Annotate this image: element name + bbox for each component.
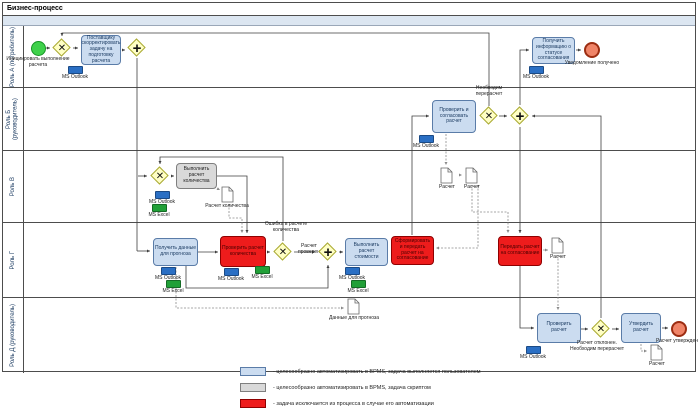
- gateway-and-a: +: [127, 38, 147, 58]
- task-form-send: Сформировать и передать расчет на соглас…: [391, 236, 434, 265]
- legend-label: - задача исключается из процесса в случа…: [273, 401, 434, 407]
- app-ms-outlook: MS Outlook: [517, 66, 555, 80]
- task-check-quantity: Проверить расчет количества: [220, 236, 266, 267]
- document-label: Расчет: [643, 362, 671, 368]
- legend-swatch-user-task: [240, 367, 266, 376]
- legend: - целесообразно автоматизировать в BPMS,…: [240, 367, 481, 415]
- document-label: Расчет: [433, 185, 461, 191]
- bpmn-diagram: Бизнес-процесс Роль А (потребитель) Роль…: [0, 0, 700, 416]
- and-icon: +: [510, 106, 530, 126]
- app-ms-excel: MS Excel: [140, 204, 178, 218]
- document-label: Расчет количества: [203, 204, 251, 210]
- legend-row-script: - целесообразно автоматизировать в BPMS,…: [240, 383, 481, 392]
- lane-role-b: Роль Б (руководитель): [3, 88, 695, 151]
- app-label: MS Excel: [140, 212, 178, 218]
- document-icon: [650, 344, 663, 361]
- legend-row-user: - целесообразно автоматизировать в BPMS,…: [240, 367, 481, 376]
- ms-outlook-icon: [68, 66, 83, 74]
- app-label: MS Outlook: [514, 354, 552, 360]
- annotation-calc-error: Ошибка в расчете количества: [261, 222, 311, 234]
- ms-outlook-icon: [526, 346, 541, 354]
- ms-excel-icon: [351, 280, 366, 288]
- legend-label: - целесообразно автоматизировать в BPMS,…: [273, 385, 431, 391]
- start-event: [31, 41, 46, 56]
- lane-label-role-b: Роль Б (руководитель): [3, 88, 24, 150]
- end-event-label: Уведомление получено: [560, 61, 624, 67]
- legend-row-excluded: - задача исключается из процесса в случа…: [240, 399, 481, 408]
- document-icon: [551, 237, 564, 254]
- task-check-calc: Проверить расчет: [537, 313, 581, 343]
- annotation-rejected: Расчет отклонен. Необходим перерасчет: [568, 341, 626, 353]
- xor-icon: ✕: [150, 166, 170, 186]
- document-icon: [221, 186, 234, 203]
- ms-outlook-icon: [419, 135, 434, 143]
- end-event-approved: [671, 321, 687, 337]
- ms-outlook-icon: [529, 66, 544, 74]
- app-label: MS Excel: [243, 274, 281, 280]
- document-label: Расчет: [544, 255, 572, 261]
- lane-label-role-v: Роль В: [3, 151, 24, 222]
- gateway-xor-a: ✕: [52, 38, 72, 58]
- task-send-approval: Передать расчет на согласование: [498, 236, 542, 266]
- legend-swatch-script-task: [240, 383, 266, 392]
- gateway-and-g: +: [318, 242, 338, 262]
- ms-outlook-icon: [345, 267, 360, 275]
- lane-label-role-d: Роль Д (руководитель): [3, 298, 24, 373]
- gateway-xor-g: ✕: [273, 242, 293, 262]
- gateway-and-b: +: [510, 106, 530, 126]
- document-icon: [347, 298, 360, 315]
- app-ms-outlook: MS Outlook: [149, 267, 187, 281]
- gateway-xor-v: ✕: [150, 166, 170, 186]
- app-ms-outlook: MS Outlook: [333, 267, 371, 281]
- xor-icon: ✕: [591, 319, 611, 339]
- ms-outlook-icon: [224, 268, 239, 276]
- task-get-forecast-data: Получить данные для прогноза: [153, 238, 198, 266]
- ms-excel-icon: [255, 266, 270, 274]
- gateway-xor-b: ✕: [479, 106, 499, 126]
- ms-outlook-icon: [155, 191, 170, 199]
- legend-swatch-excluded-task: [240, 399, 266, 408]
- and-icon: +: [318, 242, 338, 262]
- ms-excel-icon: [152, 204, 167, 212]
- task-check-agree: Проверить и согласовать расчет: [432, 100, 476, 133]
- gateway-xor-d: ✕: [591, 319, 611, 339]
- document-icon: [465, 167, 478, 184]
- and-icon: +: [127, 38, 147, 58]
- annotation-need-recalc: Необходим перерасчет: [466, 86, 512, 98]
- pool-header-band: [3, 16, 695, 26]
- document-label: Расчет: [458, 185, 486, 191]
- app-ms-outlook: MS Outlook: [56, 66, 94, 80]
- end-event-notified: [584, 42, 600, 58]
- app-label: MS Excel: [154, 288, 192, 294]
- app-label: MS Outlook: [517, 74, 555, 80]
- app-ms-excel: MS Excel: [154, 280, 192, 294]
- legend-label: - целесообразно автоматизировать в BPMS,…: [273, 369, 481, 375]
- app-ms-outlook: MS Outlook: [514, 346, 552, 360]
- ms-outlook-icon: [161, 267, 176, 275]
- lane-label-role-g: Роль Г: [3, 223, 24, 297]
- task-calc-cost: Выполнить расчет стоимости: [345, 238, 388, 266]
- document-label: Данные для прогноза: [315, 316, 393, 322]
- pool-title: Бизнес-процесс: [3, 3, 695, 16]
- ms-excel-icon: [166, 280, 181, 288]
- task-calc-quantity: Выполнить расчет количества: [176, 163, 217, 189]
- app-ms-excel: MS Excel: [339, 280, 377, 294]
- app-label: MS Outlook: [56, 74, 94, 80]
- xor-icon: ✕: [479, 106, 499, 126]
- xor-icon: ✕: [52, 38, 72, 58]
- app-label: MS Outlook: [407, 143, 445, 149]
- document-icon: [440, 167, 453, 184]
- app-ms-excel: MS Excel: [243, 266, 281, 280]
- task-correct-task: Поставщику скорректировать задачу на под…: [81, 35, 121, 65]
- app-ms-outlook: MS Outlook: [407, 135, 445, 149]
- app-label: MS Excel: [339, 288, 377, 294]
- xor-icon: ✕: [273, 242, 293, 262]
- lane-role-v: Роль В: [3, 151, 695, 223]
- app-ms-outlook: MS Outlook: [143, 191, 181, 205]
